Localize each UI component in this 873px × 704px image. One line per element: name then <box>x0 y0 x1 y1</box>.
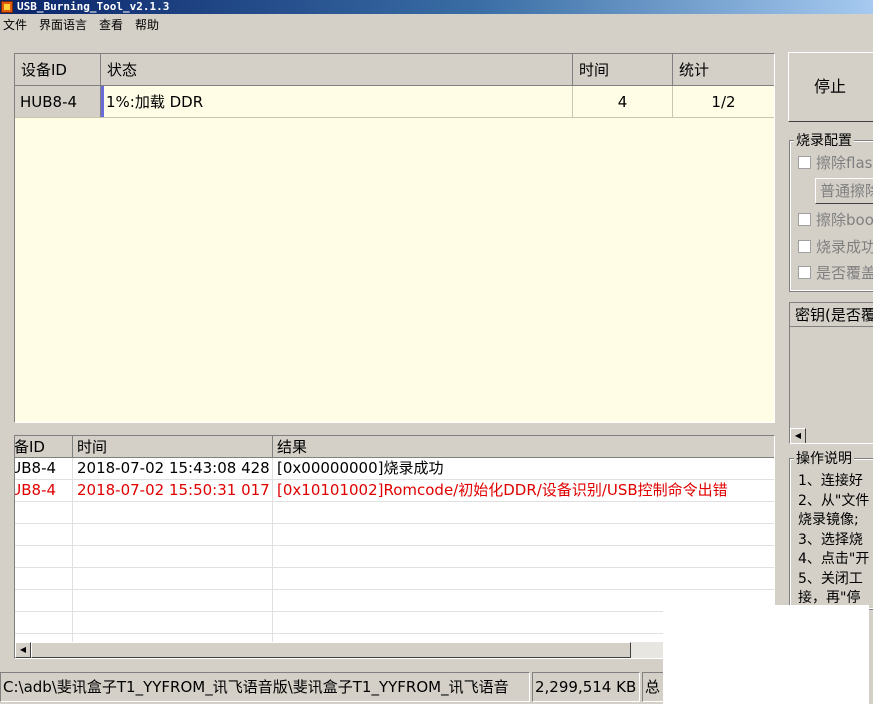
erase-flash-checkbox[interactable]: 擦除flash <box>798 154 873 172</box>
log-device-id: HUB8-4 <box>15 481 57 499</box>
log-row-empty <box>15 612 774 634</box>
row-divider <box>15 117 774 118</box>
window-title: USB_Burning_Tool_v2.1.3 <box>17 0 170 13</box>
erase-bootloader-checkbox[interactable]: 擦除bootloader <box>798 211 873 229</box>
log-device-id: HUB8-4 <box>15 459 57 477</box>
count-cell: 1/2 <box>711 93 736 111</box>
status-cell: 1%:加载 DDR <box>106 86 573 118</box>
checkbox-icon <box>798 266 811 279</box>
log-column-header-time[interactable]: 时间 <box>73 436 273 458</box>
arrow-left-icon[interactable]: ◀ <box>15 642 31 658</box>
log-time: 2018-07-02 15:43:08 428 <box>77 459 270 477</box>
log-column-header-result[interactable]: 结果 <box>273 436 774 458</box>
log-result: [0x10101002]Romcode/初始化DDR/设备识别/USB控制命令出… <box>277 481 728 499</box>
device-list[interactable]: 设备ID 状态 时间 统计 HUB8-4 1%:加载 DDR 4 1/2 <box>14 53 775 423</box>
log-result: [0x00000000]烧录成功 <box>277 459 444 477</box>
log-row[interactable]: HUB8-4 2018-07-02 15:43:08 428 [0x000000… <box>15 458 774 480</box>
column-divider <box>272 458 273 642</box>
instructions-label: 操作说明 <box>794 451 854 467</box>
log-column-header-device-id[interactable]: 设备ID <box>15 436 73 458</box>
menu-file[interactable]: 文件 <box>3 17 27 33</box>
menu-language[interactable]: 界面语言 <box>39 17 87 33</box>
key-panel[interactable]: 密钥(是否覆盖) ◀ <box>789 302 873 444</box>
erase-mode-button[interactable]: 普通擦除 <box>815 178 873 204</box>
column-divider <box>72 458 73 642</box>
log-row-empty <box>15 524 774 546</box>
column-header-status[interactable]: 状态 <box>101 54 573 86</box>
log-row-empty <box>15 590 774 612</box>
scrollbar-thumb[interactable] <box>31 642 631 658</box>
log-row-error[interactable]: HUB8-4 2018-07-02 15:50:31 017 [0x101010… <box>15 480 774 502</box>
title-bar[interactable]: USB_Burning_Tool_v2.1.3 <box>0 0 873 14</box>
stop-button[interactable]: 停止 <box>788 52 873 122</box>
overwrite-checkbox[interactable]: 是否覆盖 <box>798 264 873 282</box>
burn-config-label: 烧录配置 <box>794 133 854 149</box>
status-size: 2,299,514 KB <box>532 672 640 702</box>
column-header-count[interactable]: 统计 <box>673 54 774 86</box>
burn-success-checkbox[interactable]: 烧录成功 <box>798 238 873 256</box>
checkbox-icon <box>798 240 811 253</box>
checkbox-icon <box>798 213 811 226</box>
column-header-time[interactable]: 时间 <box>573 54 673 86</box>
key-panel-header: 密钥(是否覆盖) <box>790 303 873 327</box>
time-cell: 4 <box>573 86 673 118</box>
arrow-left-icon[interactable]: ◀ <box>790 428 806 443</box>
menu-bar: 文件 界面语言 查看 帮助 <box>0 15 873 35</box>
status-path: C:\adb\斐讯盒子T1_YYFROM_讯飞语音版\斐讯盒子T1_YYFROM… <box>0 672 530 702</box>
blank-overlay <box>663 605 869 704</box>
device-id-cell: HUB8-4 <box>15 86 101 118</box>
checkbox-icon <box>798 156 811 169</box>
app-icon <box>1 1 13 13</box>
log-row-empty <box>15 502 774 524</box>
horizontal-scrollbar[interactable]: ◀ <box>15 642 774 658</box>
log-list[interactable]: 设备ID 时间 结果 HUB8-4 2018-07-02 15:43:08 42… <box>14 435 775 659</box>
selection-bar <box>101 86 104 118</box>
menu-view[interactable]: 查看 <box>99 17 123 33</box>
log-row-empty <box>15 568 774 590</box>
instructions-text: 1、连接好 2、从"文件 烧录镜像; 3、选择烧 4、点击"开 5、关闭工 接，… <box>798 473 870 606</box>
menu-help[interactable]: 帮助 <box>135 17 159 33</box>
log-row-empty <box>15 546 774 568</box>
log-time: 2018-07-02 15:50:31 017 <box>77 481 270 499</box>
column-header-device-id[interactable]: 设备ID <box>15 54 101 86</box>
